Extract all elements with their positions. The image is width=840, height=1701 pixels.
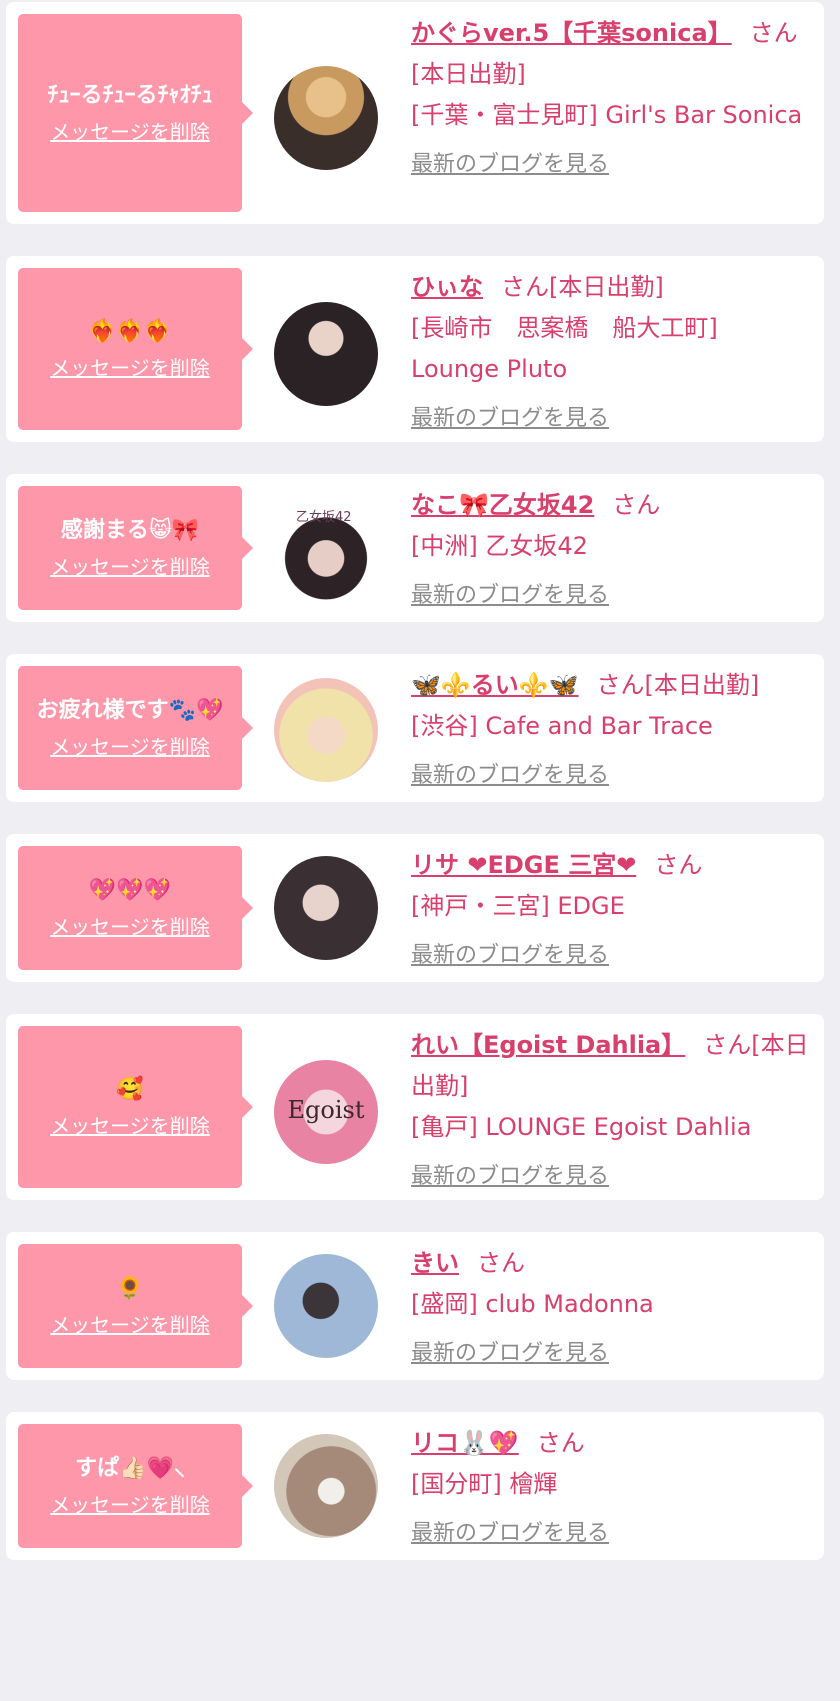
shop-info: [千葉・富士見町] Girl's Bar Sonica xyxy=(411,101,803,129)
message-card: 💖💖💖 メッセージを削除 リサ ❤EDGE 三宮❤ さん [神戸・三宮] EDGE… xyxy=(6,834,824,982)
delete-message-link[interactable]: メッセージを削除 xyxy=(50,732,210,762)
message-text: 🌻 xyxy=(116,1276,144,1301)
message-text: お疲れ様です🐾💖 xyxy=(36,698,224,723)
cast-name-link[interactable]: リサ ❤EDGE 三宮❤ xyxy=(411,851,636,879)
message-card: 🥰 メッセージを削除 Egoist れい【Egoist Dahlia】 さん[本日… xyxy=(6,1014,824,1200)
latest-blog-link[interactable]: 最新のブログを見る xyxy=(411,575,609,616)
avatar-logo-text: 乙女坂42 xyxy=(296,510,352,525)
latest-blog-link[interactable]: 最新のブログを見る xyxy=(411,1513,609,1554)
avatar[interactable]: Egoist xyxy=(274,1060,378,1164)
shop-info: [国分町] 檜輝 xyxy=(411,1470,558,1498)
shop-info: [長崎市 思案橋 船大工町] Lounge Pluto xyxy=(411,314,718,383)
cast-info: ひぃな さん[本日出勤] [長崎市 思案橋 船大工町] Lounge Pluto … xyxy=(411,267,811,439)
shop-info: [亀戸] LOUNGE Egoist Dahlia xyxy=(411,1113,752,1141)
attendance-status: [本日出勤] xyxy=(411,60,526,88)
cast-name-link[interactable]: 🦋⚜️るい⚜️🦋 xyxy=(411,671,579,699)
avatar[interactable] xyxy=(274,1254,378,1358)
latest-blog-link[interactable]: 最新のブログを見る xyxy=(411,144,609,185)
attendance-status: [本日出勤] xyxy=(644,671,760,699)
delete-message-link[interactable]: メッセージを削除 xyxy=(50,912,210,942)
message-bubble: 💖💖💖 メッセージを削除 xyxy=(18,846,253,970)
avatar[interactable] xyxy=(274,302,378,406)
avatar[interactable]: 乙女坂42 xyxy=(274,496,378,600)
cast-name-link[interactable]: ひぃな xyxy=(411,273,483,301)
message-card: 感謝まる😸🎀 メッセージを削除 乙女坂42 なこ🎀乙女坂42 さん [中洲] 乙女… xyxy=(6,474,824,622)
avatar[interactable] xyxy=(274,1434,378,1538)
delete-message-link[interactable]: メッセージを削除 xyxy=(50,353,210,383)
message-text: 感謝まる😸🎀 xyxy=(60,518,200,543)
latest-blog-link[interactable]: 最新のブログを見る xyxy=(411,1156,609,1197)
cast-name-link[interactable]: れい【Egoist Dahlia】 xyxy=(411,1031,685,1059)
cast-info: リコ🐰💖 さん [国分町] 檜輝 最新のブログを見る xyxy=(411,1423,811,1554)
avatar[interactable] xyxy=(274,66,378,170)
message-text: 🥰 xyxy=(116,1077,144,1102)
cast-info: 🦋⚜️るい⚜️🦋 さん[本日出勤] [渋谷] Cafe and Bar Trace… xyxy=(411,665,811,796)
message-bubble: すぱ👍🏻💗⸜ メッセージを削除 xyxy=(18,1424,253,1548)
message-bubble: 感謝まる😸🎀 メッセージを削除 xyxy=(18,486,253,610)
honorific: さん xyxy=(749,19,798,47)
honorific: さん xyxy=(477,1249,525,1277)
message-bubble: ﾁｭｰるﾁｭｰるﾁｬｵﾁｭ メッセージを削除 xyxy=(18,14,253,212)
shop-info: [中洲] 乙女坂42 xyxy=(411,532,588,560)
cast-info: きい さん [盛岡] club Madonna 最新のブログを見る xyxy=(411,1243,811,1374)
honorific: さん xyxy=(501,273,549,301)
shop-info: [神戸・三宮] EDGE xyxy=(411,892,625,920)
message-text: すぱ👍🏻💗⸜ xyxy=(75,1456,185,1481)
message-card: お疲れ様です🐾💖 メッセージを削除 🦋⚜️るい⚜️🦋 さん[本日出勤] [渋谷] … xyxy=(6,654,824,802)
cast-info: れい【Egoist Dahlia】 さん[本日出勤] [亀戸] LOUNGE Eg… xyxy=(411,1025,811,1197)
avatar[interactable] xyxy=(274,856,378,960)
avatar[interactable] xyxy=(274,678,378,782)
latest-blog-link[interactable]: 最新のブログを見る xyxy=(411,398,609,439)
cast-name-link[interactable]: なこ🎀乙女坂42 xyxy=(411,491,594,519)
message-text: ❤️‍🔥❤️‍🔥❤️‍🔥 xyxy=(88,319,172,344)
latest-blog-link[interactable]: 最新のブログを見る xyxy=(411,935,609,976)
honorific: さん xyxy=(612,491,661,519)
cast-info: なこ🎀乙女坂42 さん [中洲] 乙女坂42 最新のブログを見る xyxy=(411,485,811,616)
message-text: ﾁｭｰるﾁｭｰるﾁｬｵﾁｭ xyxy=(47,83,213,108)
delete-message-link[interactable]: メッセージを削除 xyxy=(50,1310,210,1340)
attendance-status: [本日出勤] xyxy=(549,273,664,301)
delete-message-link[interactable]: メッセージを削除 xyxy=(50,117,210,147)
cast-name-link[interactable]: リコ🐰💖 xyxy=(411,1429,519,1457)
honorific: さん xyxy=(536,1429,585,1457)
latest-blog-link[interactable]: 最新のブログを見る xyxy=(411,755,609,796)
message-bubble: 🌻 メッセージを削除 xyxy=(18,1244,253,1368)
shop-info: [盛岡] club Madonna xyxy=(411,1290,654,1318)
delete-message-link[interactable]: メッセージを削除 xyxy=(50,552,210,582)
message-bubble: ❤️‍🔥❤️‍🔥❤️‍🔥 メッセージを削除 xyxy=(18,268,253,430)
cast-name-link[interactable]: かぐらver.5【千葉sonica】 xyxy=(411,19,732,47)
cast-info: リサ ❤EDGE 三宮❤ さん [神戸・三宮] EDGE 最新のブログを見る xyxy=(411,845,811,976)
cast-info: かぐらver.5【千葉sonica】 さん [本日出勤] [千葉・富士見町] Gir… xyxy=(411,13,811,185)
message-card: ❤️‍🔥❤️‍🔥❤️‍🔥 メッセージを削除 ひぃな さん[本日出勤] [長崎市 思… xyxy=(6,256,824,442)
shop-info: [渋谷] Cafe and Bar Trace xyxy=(411,712,713,740)
honorific: さん xyxy=(703,1031,752,1059)
message-text: 💖💖💖 xyxy=(88,878,172,903)
message-card: ﾁｭｰるﾁｭｰるﾁｬｵﾁｭ メッセージを削除 かぐらver.5【千葉sonica… xyxy=(6,2,824,224)
cast-name-link[interactable]: きい xyxy=(411,1249,459,1277)
honorific: さん xyxy=(596,671,645,699)
latest-blog-link[interactable]: 最新のブログを見る xyxy=(411,1333,609,1374)
message-bubble: お疲れ様です🐾💖 メッセージを削除 xyxy=(18,666,253,790)
delete-message-link[interactable]: メッセージを削除 xyxy=(50,1111,210,1141)
avatar-logo-text: Egoist xyxy=(287,1096,365,1124)
message-card: 🌻 メッセージを削除 きい さん [盛岡] club Madonna 最新のブログ… xyxy=(6,1232,824,1380)
message-card: すぱ👍🏻💗⸜ メッセージを削除 リコ🐰💖 さん [国分町] 檜輝 最新のブログを見… xyxy=(6,1412,824,1560)
honorific: さん xyxy=(654,851,703,879)
message-bubble: 🥰 メッセージを削除 xyxy=(18,1026,253,1188)
delete-message-link[interactable]: メッセージを削除 xyxy=(50,1490,210,1520)
